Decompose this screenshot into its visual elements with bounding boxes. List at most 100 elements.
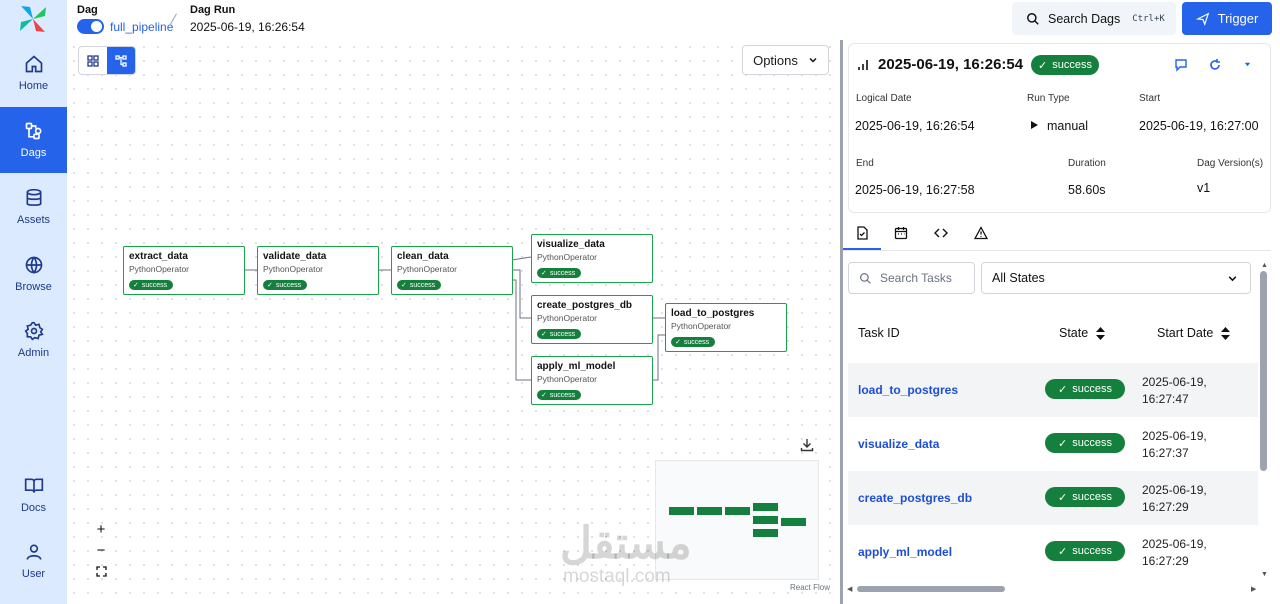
react-flow-attribution[interactable]: React Flow — [790, 583, 830, 592]
state-badge: ✓ success — [1045, 379, 1125, 399]
task-node-operator: PythonOperator — [263, 264, 324, 274]
warning-tab-icon[interactable] — [974, 226, 988, 240]
task-id-link[interactable]: load_to_postgres — [858, 383, 958, 397]
scroll-left-arrow[interactable]: ◀ — [847, 585, 852, 593]
state-filter-select[interactable]: All States — [981, 262, 1251, 294]
table-row[interactable]: apply_ml_model ✓ success 2025-06-19, 16:2… — [848, 525, 1258, 579]
status-badge-label: success — [549, 269, 576, 277]
zoom-out-button[interactable]: − — [90, 540, 112, 561]
column-header-task-id[interactable]: Task ID — [858, 326, 900, 340]
dag-version-label: Dag Version(s) — [1197, 158, 1264, 169]
check-icon: ✓ — [1058, 383, 1068, 396]
scroll-right-arrow[interactable]: ▶ — [1251, 585, 1256, 593]
scroll-down-arrow[interactable]: ▼ — [1261, 571, 1268, 578]
task-node-create-postgres-db[interactable]: create_postgres_db PythonOperator ✓ succe… — [531, 295, 653, 344]
task-node-extract-data[interactable]: extract_data PythonOperator ✓ success — [123, 246, 245, 295]
play-triangle-icon — [1031, 121, 1038, 129]
gear-icon — [24, 321, 44, 341]
task-node-validate-data[interactable]: validate_data PythonOperator ✓ success — [257, 246, 379, 295]
airflow-logo[interactable] — [17, 3, 49, 35]
search-icon — [860, 272, 871, 284]
play-icon — [1195, 12, 1209, 26]
nav-dags[interactable]: Dags — [0, 107, 67, 173]
search-shortcut: Ctrl+K — [1132, 13, 1165, 24]
status-badge: ✓ success — [129, 280, 174, 290]
status-badge-label: success — [275, 281, 302, 289]
minimap-node — [753, 516, 778, 524]
nav-browse[interactable]: Browse — [0, 241, 67, 307]
state-badge: ✓ success — [1045, 433, 1125, 453]
task-instances-tab-icon[interactable] — [855, 226, 869, 240]
sidebar-nav: Home Dags Assets Browse Admin Docs User — [0, 0, 67, 604]
caret-down-icon[interactable] — [1243, 60, 1252, 69]
nav-admin[interactable]: Admin — [0, 307, 67, 373]
task-node-operator: PythonOperator — [671, 321, 732, 331]
nav-docs[interactable]: Docs — [0, 462, 67, 528]
scroll-up-arrow[interactable]: ▲ — [1261, 262, 1268, 269]
table-row[interactable]: create_postgres_db ✓ success 2025-06-19, … — [848, 471, 1258, 525]
trigger-button[interactable]: Trigger — [1182, 2, 1272, 35]
dag-run-value[interactable]: 2025-06-19, 16:26:54 — [190, 20, 305, 34]
dag-run-state-badge: ✓ success — [1031, 55, 1099, 75]
task-node-apply-ml-model[interactable]: apply_ml_model PythonOperator ✓ success — [531, 356, 653, 405]
task-node-visualize-data[interactable]: visualize_data PythonOperator ✓ success — [531, 234, 653, 283]
column-header-label: Task ID — [858, 326, 900, 340]
task-id-link[interactable]: apply_ml_model — [858, 545, 952, 559]
run-type-label: Run Type — [1027, 93, 1070, 104]
task-node-load-to-postgres[interactable]: load_to_postgres PythonOperator ✓ success — [665, 303, 787, 352]
view-toggle — [78, 46, 136, 75]
status-badge-label: success — [409, 281, 436, 289]
dag-pause-toggle[interactable] — [77, 19, 104, 34]
task-node-clean-data[interactable]: clean_data PythonOperator ✓ success — [391, 246, 513, 295]
dag-name-link[interactable]: full_pipeline — [110, 20, 173, 34]
check-icon: ✓ — [541, 331, 547, 338]
globe-icon — [25, 256, 42, 274]
zoom-controls: + − — [90, 519, 112, 582]
column-header-start-date[interactable]: Start Date — [1157, 326, 1231, 340]
status-badge-label: success — [549, 391, 576, 399]
airflow-app: Home Dags Assets Browse Admin Docs User … — [0, 0, 1280, 604]
state-badge: ✓ success — [1045, 487, 1125, 507]
task-node-name: apply_ml_model — [537, 361, 616, 372]
task-id-link[interactable]: create_postgres_db — [858, 491, 972, 505]
note-icon[interactable] — [1174, 58, 1188, 72]
status-badge: ✓ success — [537, 390, 582, 400]
task-id-link[interactable]: visualize_data — [858, 437, 939, 451]
nav-assets[interactable]: Assets — [0, 174, 67, 240]
table-row[interactable]: load_to_postgres ✓ success 2025-06-19, 16… — [848, 363, 1258, 417]
sort-icon — [1221, 326, 1231, 340]
nav-user[interactable]: User — [0, 528, 67, 594]
watermark-url: mostaql.com — [563, 566, 671, 587]
task-search-input[interactable]: Search Tasks — [848, 262, 975, 294]
state-badge-label: success — [1072, 437, 1112, 449]
calendar-tab-icon[interactable] — [894, 226, 908, 240]
start-value: 2025-06-19, 16:27:00 — [1139, 119, 1259, 133]
panel-resize-handle[interactable] — [840, 40, 843, 604]
minimap-node — [753, 503, 778, 511]
download-icon[interactable] — [800, 438, 814, 452]
start-date-cell: 2025-06-19, 16:27:29 — [1142, 537, 1207, 568]
horizontal-scrollbar[interactable] — [857, 586, 1005, 592]
state-filter-value: All States — [992, 271, 1045, 285]
book-icon — [24, 478, 43, 493]
logical-date-value: 2025-06-19, 16:26:54 — [855, 119, 975, 133]
status-badge: ✓ success — [671, 337, 716, 347]
refresh-icon[interactable] — [1208, 58, 1222, 72]
task-node-name: visualize_data — [537, 239, 605, 250]
task-node-name: validate_data — [263, 251, 327, 262]
status-badge-label: success — [549, 330, 576, 338]
fit-view-button[interactable] — [90, 561, 112, 582]
check-icon: ✓ — [1058, 491, 1068, 504]
table-row[interactable]: visualize_data ✓ success 2025-06-19, 16:2… — [848, 417, 1258, 471]
column-header-state[interactable]: State — [1059, 326, 1106, 340]
graph-view-button[interactable] — [107, 47, 135, 74]
grid-view-button[interactable] — [79, 47, 107, 74]
nav-docs-label: Docs — [20, 502, 47, 514]
end-label: End — [856, 158, 874, 169]
options-dropdown[interactable]: Options — [742, 45, 829, 75]
code-tab-icon[interactable] — [934, 226, 948, 240]
search-dags-button[interactable]: Search Dags Ctrl+K — [1012, 2, 1176, 35]
nav-home[interactable]: Home — [0, 40, 67, 106]
zoom-in-button[interactable]: + — [90, 519, 112, 540]
vertical-scrollbar[interactable] — [1260, 271, 1267, 471]
